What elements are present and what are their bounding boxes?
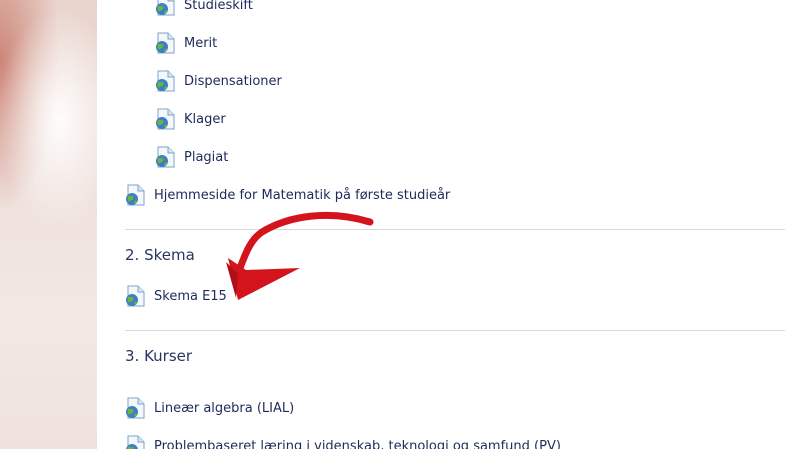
- link-linear-algebra[interactable]: Lineær algebra (LIAL): [124, 397, 294, 419]
- web-page-icon: [154, 108, 176, 130]
- web-page-icon: [124, 285, 146, 307]
- section-divider: [125, 330, 785, 331]
- web-page-icon: [124, 435, 146, 449]
- link-hjemmeside[interactable]: Hjemmeside for Matematik på første studi…: [124, 184, 450, 206]
- web-page-icon: [154, 0, 176, 16]
- link-label: Plagiat: [184, 149, 229, 165]
- link-dispensationer[interactable]: Dispensationer: [154, 70, 282, 92]
- link-merit[interactable]: Merit: [154, 32, 217, 54]
- link-studieskift[interactable]: Studieskift: [154, 0, 253, 16]
- link-pv[interactable]: Problembaseret læring i videnskab, tekno…: [124, 435, 561, 449]
- section-title-kurser: 3. Kurser: [125, 347, 193, 365]
- web-page-icon: [124, 397, 146, 419]
- link-label: Lineær algebra (LIAL): [154, 400, 295, 416]
- background-photo: [0, 0, 97, 449]
- link-klager[interactable]: Klager: [154, 108, 226, 130]
- link-skema-e15[interactable]: Skema E15: [124, 285, 227, 307]
- link-label: Hjemmeside for Matematik på første studi…: [154, 187, 451, 203]
- link-label: Studieskift: [184, 0, 253, 13]
- web-page-icon: [154, 32, 176, 54]
- link-label: Klager: [184, 111, 226, 127]
- web-page-icon: [154, 146, 176, 168]
- link-label: Dispensationer: [184, 73, 282, 89]
- link-plagiat[interactable]: Plagiat: [154, 146, 228, 168]
- link-label: Skema E15: [154, 288, 227, 304]
- link-label: Problembaseret læring i videnskab, tekno…: [154, 438, 561, 449]
- web-page-icon: [124, 184, 146, 206]
- section-divider: [125, 229, 785, 230]
- link-label: Merit: [184, 35, 218, 51]
- course-content: Studieskift Merit Dispensationer Klager …: [97, 0, 785, 449]
- section-title-skema: 2. Skema: [125, 246, 195, 264]
- web-page-icon: [154, 70, 176, 92]
